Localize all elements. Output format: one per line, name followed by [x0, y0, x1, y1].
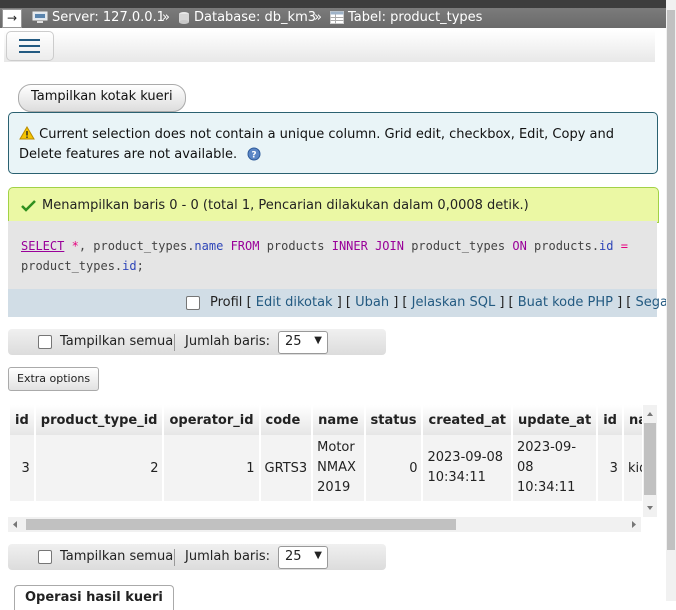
divider [174, 334, 175, 351]
server-label: Server: 127.0.0.1 [52, 10, 165, 25]
column-header[interactable]: id [598, 405, 622, 435]
column-header[interactable]: code [260, 405, 312, 435]
column-header[interactable]: product_type_id [35, 405, 163, 435]
table-cell: GRTS3 [260, 435, 312, 501]
breadcrumb-database[interactable]: Database: db_km3 [178, 10, 316, 25]
window-top-bar [0, 0, 666, 8]
breadcrumb-separator: » [314, 10, 322, 25]
table-cell: 3 [10, 435, 34, 501]
column-header[interactable]: created_at [423, 405, 512, 435]
chevron-down-icon: ▼ [314, 335, 322, 346]
sql-query-text: SELECT *, product_types.name FROM produc… [21, 239, 628, 273]
page-vertical-scrollbar[interactable] [666, 0, 676, 601]
table-cell: 2023-09-08 10:34:11 [423, 435, 512, 501]
table-row: 3 2 1 GRTS3 Motor NMAX 2019 0 2023-09-08… [10, 435, 642, 501]
edit-link[interactable]: Ubah [355, 295, 389, 310]
table-cell: 3 [598, 435, 622, 501]
rows-count-label: Jumlah baris: [185, 549, 271, 564]
show-query-box-button[interactable]: Tampilkan kotak kueri [18, 84, 186, 112]
table-icon [330, 11, 344, 24]
navigation-bar-top: Tampilkan semua Jumlah baris: 25 ▼ [8, 329, 386, 355]
create-php-code-link[interactable]: Buat kode PHP [518, 295, 613, 310]
warning-notice: Current selection does not contain a uni… [8, 112, 658, 174]
scroll-down-icon[interactable] [643, 501, 657, 515]
database-icon [179, 11, 189, 24]
table-cell: 0 [365, 435, 422, 501]
result-message: Menampilkan baris 0 - 0 (total 1, Pencar… [42, 198, 529, 213]
menu-bar [4, 30, 655, 62]
table-cell: 1 [164, 435, 259, 501]
server-icon [32, 11, 48, 23]
column-header[interactable]: operator_id [164, 405, 259, 435]
scroll-up-icon[interactable] [643, 407, 657, 421]
column-header[interactable]: update_at [513, 405, 597, 435]
explain-sql-link[interactable]: Jelaskan SQL [412, 295, 496, 310]
profil-label: Profil [210, 295, 243, 310]
table-label: Tabel: product_types [348, 10, 483, 25]
hamburger-icon [19, 45, 40, 47]
navigation-bar-bottom: Tampilkan semua Jumlah baris: 25 ▼ [8, 544, 386, 570]
scroll-thumb[interactable] [667, 10, 675, 550]
breadcrumb-table[interactable]: Tabel: product_types [330, 10, 482, 25]
menu-toggle-button[interactable] [6, 31, 54, 61]
show-all-label: Tampilkan semua [60, 334, 174, 349]
database-label: Database: db_km3 [194, 10, 317, 25]
grid-horizontal-scrollbar[interactable] [8, 517, 641, 532]
column-header[interactable]: name [313, 405, 364, 435]
column-header[interactable]: status [365, 405, 422, 435]
svg-text:?: ? [252, 151, 257, 161]
column-header[interactable]: nam [623, 405, 642, 435]
table-cell: 2023-09-08 10:34:11 [513, 435, 597, 501]
help-icon[interactable]: ? [247, 147, 261, 161]
rows-count-select[interactable]: 25 ▼ [278, 546, 328, 569]
sql-actions-bar: Profil [ Edit dikotak ] [ Ubah ] [ Jelas… [8, 289, 676, 317]
table-cell: Motor NMAX 2019 [313, 435, 364, 501]
hamburger-icon [19, 51, 40, 53]
profil-checkbox[interactable] [186, 295, 200, 310]
breadcrumb-server[interactable]: Server: 127.0.0.1 [32, 10, 165, 25]
edit-inline-link[interactable]: Edit dikotak [256, 295, 333, 310]
warning-icon [19, 126, 35, 140]
grid-vertical-scrollbar[interactable] [643, 405, 657, 517]
divider [174, 549, 175, 566]
hamburger-icon [19, 39, 40, 41]
show-all-label: Tampilkan semua [60, 549, 174, 564]
breadcrumb-separator: » [162, 10, 170, 25]
rows-count-label: Jumlah baris: [185, 334, 271, 349]
show-all-checkbox[interactable] [38, 549, 52, 564]
query-results-operations-tab[interactable]: Operasi hasil kueri [14, 585, 174, 610]
results-grid: id product_type_id operator_id code name… [8, 405, 642, 517]
table-cell: kids [623, 435, 642, 501]
scroll-thumb[interactable] [26, 519, 456, 530]
warning-text: Current selection does not contain a uni… [19, 127, 614, 162]
chevron-down-icon: ▼ [314, 550, 322, 561]
sql-query-display: SELECT *, product_types.name FROM produc… [8, 221, 657, 289]
breadcrumb: → Server: 127.0.0.1 » Database: db_km3 »… [0, 8, 666, 28]
table-cell: 2 [35, 435, 163, 501]
extra-options-button[interactable]: Extra options [8, 367, 100, 391]
scroll-right-icon[interactable] [627, 517, 641, 532]
scroll-thumb[interactable] [644, 423, 656, 495]
show-all-checkbox[interactable] [38, 334, 52, 349]
scroll-left-icon[interactable] [8, 517, 22, 532]
back-arrow-button[interactable]: → [2, 9, 22, 28]
column-header[interactable]: id [10, 405, 34, 435]
results-table: id product_type_id operator_id code name… [8, 405, 642, 501]
checkmark-icon [21, 200, 36, 212]
rows-count-select[interactable]: 25 ▼ [278, 331, 328, 354]
success-message: Menampilkan baris 0 - 0 (total 1, Pencar… [8, 187, 659, 223]
